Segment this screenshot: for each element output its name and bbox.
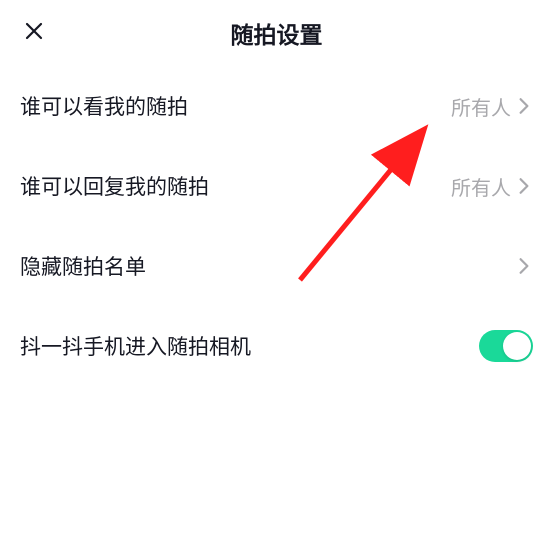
chevron-right-icon [515,97,533,115]
toggle-knob [503,332,531,360]
row-label: 隐藏随拍名单 [20,251,146,281]
close-button[interactable] [20,19,48,47]
settings-list: 谁可以看我的随拍 所有人 谁可以回复我的随拍 所有人 [0,66,553,386]
row-right: 所有人 [451,172,533,201]
shake-toggle[interactable] [479,330,533,362]
page-title: 随拍设置 [231,16,323,50]
settings-panel: 随拍设置 谁可以看我的随拍 所有人 谁可以回复我的随拍 所有人 [0,0,553,560]
row-value: 所有人 [451,172,511,201]
close-icon [22,19,46,48]
row-who-can-view[interactable]: 谁可以看我的随拍 所有人 [20,66,533,146]
chevron-right-icon [515,257,533,275]
chevron-right-icon [515,177,533,195]
row-right [479,330,533,362]
row-right: 所有人 [451,92,533,121]
header: 随拍设置 [0,0,553,66]
row-value: 所有人 [451,92,511,121]
row-shake-to-camera: 抖一抖手机进入随拍相机 [20,306,533,386]
row-right [515,257,533,275]
row-hidden-list[interactable]: 隐藏随拍名单 [20,226,533,306]
row-label: 谁可以回复我的随拍 [20,171,209,201]
row-who-can-reply[interactable]: 谁可以回复我的随拍 所有人 [20,146,533,226]
row-label: 抖一抖手机进入随拍相机 [20,331,251,361]
row-label: 谁可以看我的随拍 [20,91,188,121]
